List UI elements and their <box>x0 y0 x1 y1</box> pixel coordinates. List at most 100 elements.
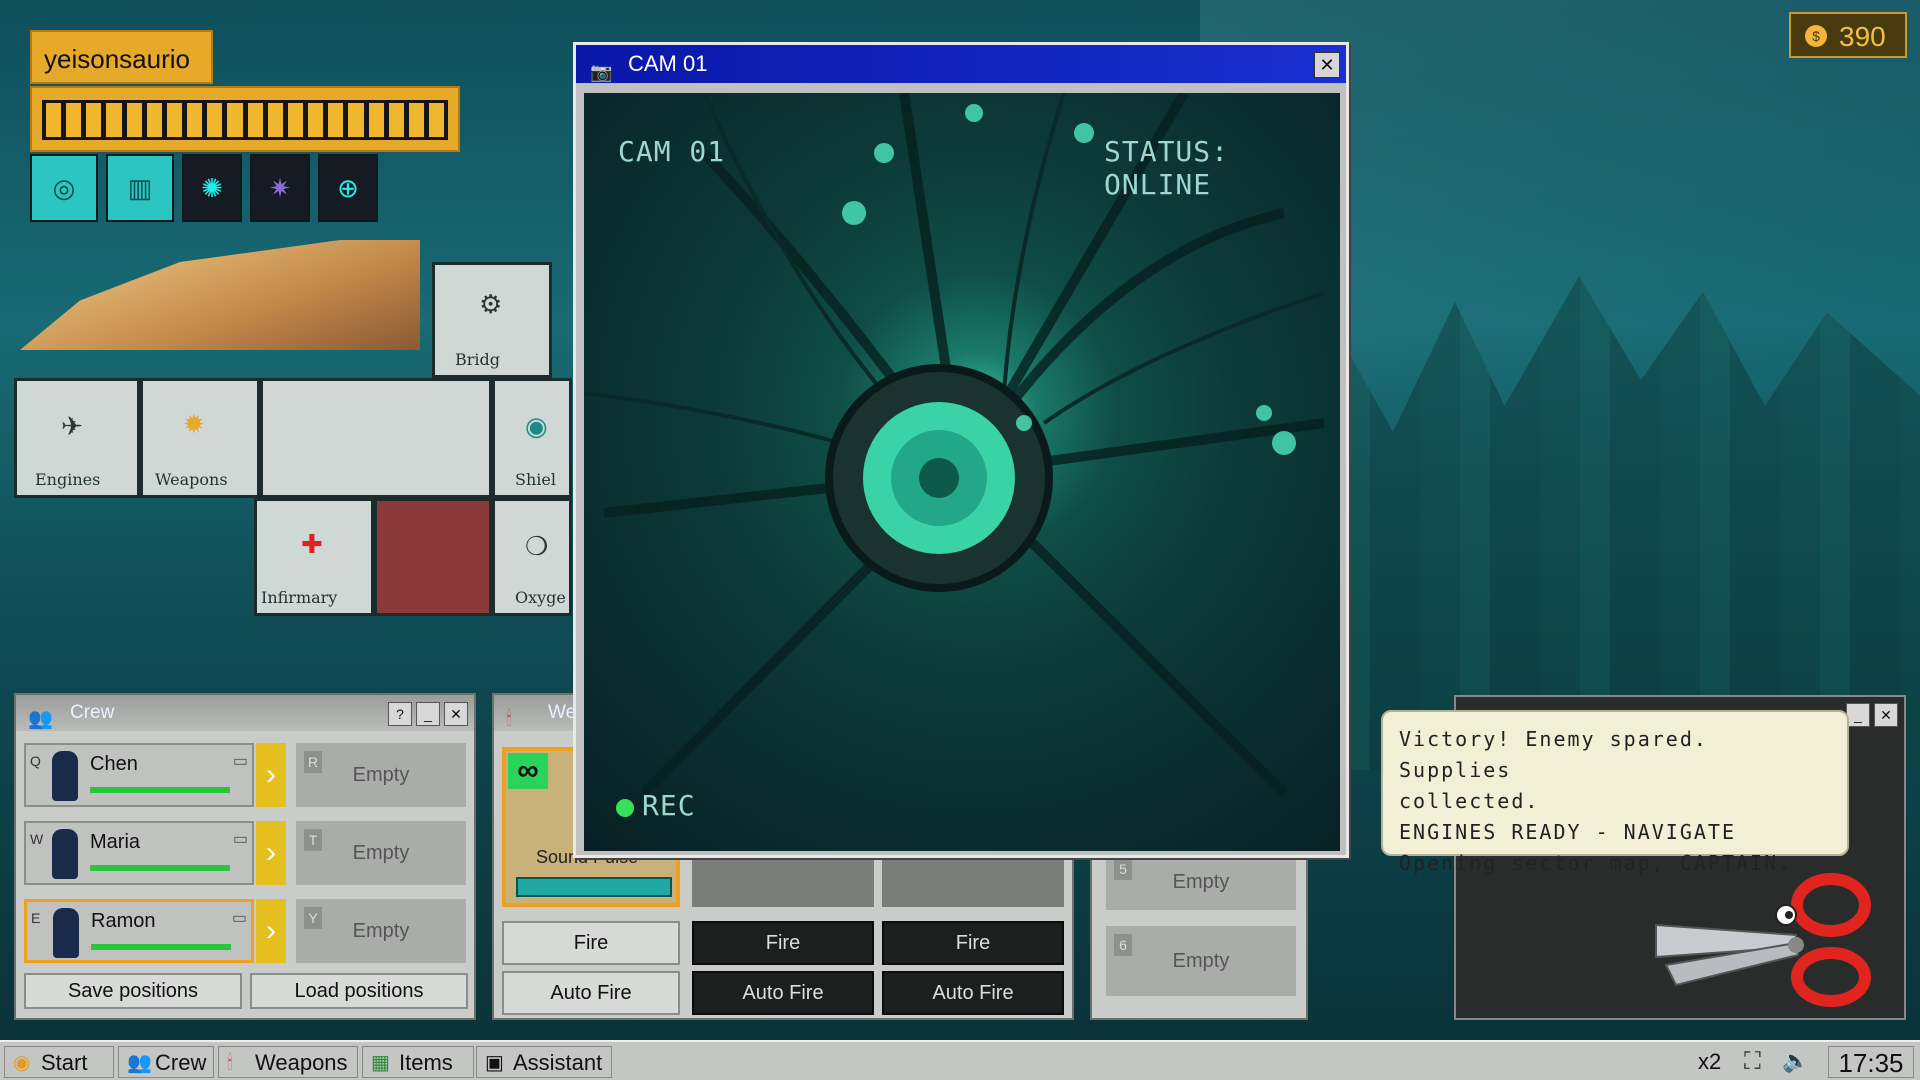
hull-segment <box>46 103 62 137</box>
auto-fire-button-3[interactable]: Auto Fire <box>882 971 1064 1015</box>
crew-health-bar <box>91 944 231 950</box>
crew-portrait-icon: ▭ <box>231 910 247 927</box>
dialog-line: Victory! Enemy spared. Supplies <box>1399 727 1708 782</box>
close-button[interactable]: ✕ <box>444 702 468 726</box>
items-panel: 5 Empty 6 Empty <box>1090 840 1308 1020</box>
crew-avatar <box>52 751 78 801</box>
assign-arrow-icon[interactable]: › <box>256 743 286 807</box>
room-shields[interactable]: ◉ Shiel <box>492 378 572 498</box>
taskbar-items[interactable]: ▦ Items <box>362 1046 474 1078</box>
crew-assignment-slot[interactable]: R Empty <box>296 743 466 807</box>
hull-segment <box>428 103 445 137</box>
weapon-charge-bar <box>516 877 672 897</box>
close-button[interactable]: ✕ <box>1874 703 1898 727</box>
camera-overlay-status: STATUS: ONLINE <box>1104 135 1230 201</box>
weapon-icon: 🕯 <box>506 708 512 730</box>
crew-name: Chen <box>90 753 138 775</box>
save-positions-button[interactable]: Save positions <box>24 973 242 1009</box>
weapon-slot-3[interactable] <box>882 855 1064 907</box>
hull-segment <box>408 103 424 137</box>
infinite-ammo-badge: ∞ <box>508 753 548 789</box>
crew-portrait-icon: ▭ <box>232 831 248 848</box>
crew-panel-titlebar[interactable]: 👥 Crew ? _ ✕ <box>16 695 474 731</box>
hotkey-label: R <box>304 751 322 773</box>
dialog-line: Opening sector map, CAPTAIN. <box>1399 851 1793 875</box>
hull-segment <box>227 103 243 137</box>
crew-member-row[interactable]: Q Chen ▭ <box>24 743 254 807</box>
dialog-line: ENGINES READY - NAVIGATE <box>1399 820 1736 844</box>
crew-member-row[interactable]: E Ramon ▭ <box>24 899 254 963</box>
crew-avatar <box>52 829 78 879</box>
clock: 17:35 <box>1828 1046 1914 1078</box>
hotkey-label: Y <box>304 907 322 929</box>
auto-fire-button-2[interactable]: Auto Fire <box>692 971 874 1015</box>
start-orb-icon: ◉ <box>13 1052 31 1074</box>
fire-button-3[interactable]: Fire <box>882 921 1064 965</box>
camera-window: 📷 CAM 01 ✕ CAM 01 STATUS: ONLINE REC <box>573 42 1349 858</box>
ship-hull-top <box>20 240 420 350</box>
volume-icon[interactable]: 🔈 <box>1782 1048 1809 1074</box>
hotkey-label: W <box>30 831 44 847</box>
coin-icon: $ <box>1805 25 1827 47</box>
help-button[interactable]: ? <box>388 702 412 726</box>
taskbar-assistant[interactable]: ▣ Assistant <box>476 1046 612 1078</box>
camera-title: CAM 01 <box>628 51 708 76</box>
ship-layout: ⚙ Bridg ✈ Engines ✹ Weapons ◉ Shiel ✚ In… <box>0 180 572 670</box>
crew-health-fill <box>91 944 231 950</box>
load-positions-button[interactable]: Load positions <box>250 973 468 1009</box>
monitor-icon: ▣ <box>485 1052 504 1074</box>
weapon-icon: 🕯 <box>227 1052 233 1074</box>
hull-segment <box>388 103 404 137</box>
crew-assignment-slot[interactable]: T Empty <box>296 821 466 885</box>
weapon-slot-2[interactable] <box>692 855 874 907</box>
room-storage <box>374 498 492 616</box>
crew-icon: 👥 <box>28 708 53 730</box>
hull-bar <box>30 86 460 152</box>
hull-segment <box>287 103 304 137</box>
crew-assignment-slot[interactable]: Y Empty <box>296 899 466 963</box>
crew-panel-title: Crew <box>70 702 115 723</box>
hull-segment <box>308 103 324 137</box>
crew-portrait-icon: ▭ <box>232 753 248 770</box>
crew-health-bar <box>90 865 230 871</box>
minimize-button[interactable]: _ <box>1846 703 1870 727</box>
taskbar-crew[interactable]: 👥 Crew <box>118 1046 214 1078</box>
hotkey-label: Q <box>30 753 41 769</box>
taskbar-weapons[interactable]: 🕯 Weapons <box>218 1046 358 1078</box>
dialog-line: collected. <box>1399 789 1540 813</box>
assign-arrow-icon[interactable]: › <box>256 821 286 885</box>
crew-panel: 👥 Crew ? _ ✕ Q Chen ▭ › R Empty W Maria ▭ › T Empty… <box>14 693 476 1020</box>
camera-feed: CAM 01 STATUS: ONLINE REC <box>584 93 1340 851</box>
close-button[interactable]: ✕ <box>1314 52 1340 78</box>
coin-amount: 390 <box>1839 21 1886 52</box>
camera-overlay-rec: REC <box>642 789 696 822</box>
room-weapons[interactable]: ✹ Weapons <box>140 378 260 498</box>
fullscreen-icon[interactable]: ⛶ <box>1744 1048 1761 1076</box>
player-name: yeisonsaurio <box>30 30 213 84</box>
room-oxygen[interactable]: ❍ Oxyge <box>492 498 572 616</box>
room-bridge[interactable]: ⚙ Bridg <box>432 262 552 378</box>
camera-overlay-id: CAM 01 <box>618 135 726 168</box>
auto-fire-button-1[interactable]: Auto Fire <box>502 971 680 1015</box>
item-slot-5[interactable]: 5 Empty <box>1106 850 1296 910</box>
crew-health-fill <box>90 787 230 793</box>
speed-toggle[interactable]: x2 <box>1698 1046 1721 1078</box>
room-infirmary[interactable]: ✚ Infirmary <box>254 498 374 616</box>
fire-button-1[interactable]: Fire <box>502 921 680 965</box>
hull-segment <box>247 103 263 137</box>
fire-button-2[interactable]: Fire <box>692 921 874 965</box>
oxygen-icon: ❍ <box>525 531 549 561</box>
medkit-icon: ✚ <box>301 529 323 559</box>
crew-member-row[interactable]: W Maria ▭ <box>24 821 254 885</box>
camera-icon: 📷 <box>590 62 613 82</box>
item-slot-6[interactable]: 6 Empty <box>1106 926 1296 996</box>
camera-titlebar[interactable]: 📷 CAM 01 ✕ <box>576 45 1346 83</box>
assign-arrow-icon[interactable]: › <box>256 899 286 963</box>
room-engines[interactable]: ✈ Engines <box>14 378 140 498</box>
crew-icon: 👥 <box>127 1052 152 1074</box>
minimize-button[interactable]: _ <box>416 702 440 726</box>
room-corridor <box>260 378 492 498</box>
engine-icon: ✈ <box>61 411 83 441</box>
start-button[interactable]: ◉ Start <box>4 1046 114 1078</box>
slot-label: Empty <box>352 764 410 786</box>
